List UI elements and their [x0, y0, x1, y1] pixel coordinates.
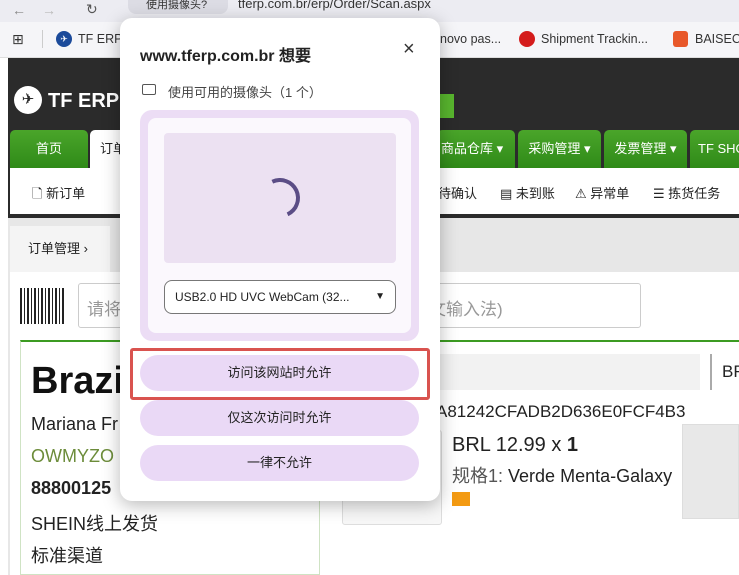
product-image-right[interactable] — [682, 424, 739, 519]
bookmark-label: TF ERP — [78, 32, 123, 46]
baisec-icon — [673, 31, 688, 47]
tab-warehouse[interactable]: 商品仓库 ▾ — [437, 130, 515, 168]
erp-logo-text: TF ERP — [48, 90, 120, 112]
tf-logo-icon: ✈ — [56, 31, 72, 47]
breadcrumb-label[interactable]: 订单管理 — [28, 241, 80, 256]
tab-purchase[interactable]: 采购管理 ▾ — [518, 130, 601, 168]
phone-number: 88800125 — [31, 478, 112, 498]
camera-select[interactable]: USB2.0 HD UVC WebCam (32... ▼ — [164, 280, 396, 314]
spec-value: Verde Menta-Galaxy — [508, 466, 673, 486]
dialog-title: www.tferp.com.br 想要 — [140, 48, 311, 65]
camera-icon — [142, 84, 156, 95]
price: BRL 12.99 — [452, 434, 546, 456]
camera-select-value: USB2.0 HD UVC WebCam (32... — [175, 290, 350, 304]
subnav-label: 新订单 — [46, 186, 86, 201]
permission-text: 使用可用的摄像头（1 个） — [168, 85, 322, 100]
site-info-chip[interactable]: 使用摄像头? — [128, 0, 228, 14]
country-label: Brazi — [31, 360, 124, 402]
close-icon[interactable]: × — [403, 38, 415, 61]
tab-label: 首页 — [35, 141, 62, 156]
never-allow-button[interactable]: 一律不允许 — [140, 445, 419, 481]
chevron-down-icon: ▼ — [375, 291, 385, 302]
camera-chip-label: 使用摄像头? — [146, 0, 208, 11]
customer-code: OWMYZO — [31, 446, 114, 466]
button-label: 访问该网站时允许 — [227, 365, 332, 380]
customer-name: Mariana Fr — [31, 414, 119, 434]
bookmark-baisec[interactable]: BAISEC — [673, 31, 739, 49]
shipment-icon — [519, 31, 535, 47]
flag-icon[interactable] — [452, 492, 470, 506]
subnav-label: 异常单 — [590, 186, 630, 201]
subnav-label: 未到账 — [515, 186, 555, 201]
picking-link[interactable]: ☰ 拣货任务 — [653, 183, 720, 202]
price-line: BRL 12.99 x 1 — [452, 434, 578, 457]
sku-code: A81242CFADB2D636E0FCF4B3 — [436, 402, 686, 421]
tab-shop[interactable]: TF SHO — [690, 130, 739, 168]
subnav-label: 拣货任务 — [668, 186, 721, 201]
qty: 1 — [566, 434, 579, 456]
subnav-label: 待确认 — [438, 186, 478, 201]
exception-link[interactable]: ⚠ 异常单 — [575, 183, 629, 202]
unpaid-link[interactable]: ▤ 未到账 — [500, 183, 555, 202]
tab-invoice[interactable]: 发票管理 ▾ — [604, 130, 687, 168]
button-label: 一律不允许 — [246, 455, 312, 470]
channel-label: 标准渠道 — [31, 546, 103, 566]
tab-label: 发票管理 — [614, 141, 667, 156]
tab-label: 商品仓库 — [441, 141, 494, 156]
tf-brand-icon: ✈ — [14, 86, 42, 114]
reload-icon[interactable]: ↻ — [86, 1, 98, 18]
spec-line: 规格1: Verde Menta-Galaxy — [452, 462, 672, 488]
green-status-bar — [438, 94, 454, 118]
bookmark-label: BAISEC — [695, 32, 739, 46]
breadcrumb: 订单管理 › — [10, 226, 110, 272]
scan-hint: 文输入法) — [429, 300, 503, 319]
scan-placeholder: 请将 — [87, 300, 121, 319]
right-code-box: BR — [710, 354, 739, 390]
bookmark-label: Shipment Trackin... — [541, 32, 648, 46]
qty-prefix: x — [551, 434, 562, 456]
tab-label: TF SHO — [698, 141, 739, 156]
bookmark-shipment[interactable]: Shipment Trackin... — [519, 31, 659, 49]
allow-once-button[interactable]: 仅这次访问时允许 — [140, 400, 419, 436]
tab-label: 采购管理 — [528, 141, 581, 156]
button-label: 仅这次访问时允许 — [227, 410, 332, 425]
right-code: BR — [722, 362, 739, 381]
new-order-link[interactable]: 🗋 新订单 — [32, 183, 85, 207]
spec-label: 规格1: — [452, 466, 504, 486]
barcode-icon — [20, 288, 66, 324]
apps-grid-icon[interactable]: ⊞ — [12, 31, 24, 48]
pending-link[interactable]: 待确认 — [438, 183, 477, 202]
address-url[interactable]: tferp.com.br/erp/Order/Scan.aspx — [238, 0, 431, 11]
forward-icon[interactable]: → — [42, 2, 56, 18]
tab-home[interactable]: 首页 — [10, 130, 88, 168]
bookmark-novo[interactable]: novo pas... — [440, 32, 501, 46]
divider — [42, 30, 43, 48]
back-icon[interactable]: ← — [12, 2, 26, 18]
allow-site-button[interactable]: 访问该网站时允许 — [140, 355, 419, 391]
platform-label: SHEIN线上发货 — [31, 514, 159, 534]
